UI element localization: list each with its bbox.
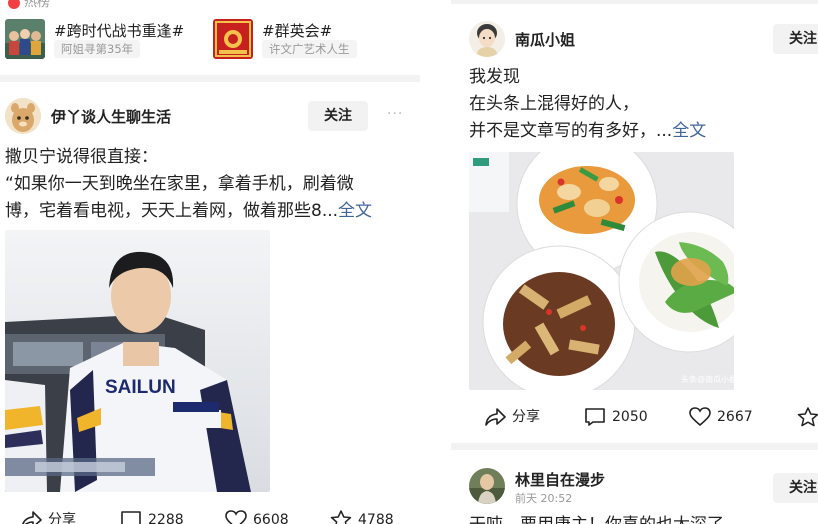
topic-title-2: #群英会# <box>262 22 333 40</box>
post-line-3: 博，宅着看电视，天天上着网，做着那些8...全文 <box>5 201 373 221</box>
hot-list-stub[interactable]: 热榜 <box>8 0 50 10</box>
author-avatar[interactable] <box>5 98 41 134</box>
share-icon <box>22 511 42 524</box>
topic-card-1[interactable]: #跨时代战书重逢# 阿姐寻第35年 <box>5 19 205 59</box>
author-name[interactable]: 伊丫谈人生聊生活 <box>51 106 171 127</box>
topic-card-2[interactable]: #群英会# 许文广艺术人生 <box>213 19 413 59</box>
post2-time: 前天 20:52 <box>515 492 573 505</box>
post1-full-text-link[interactable]: 全文 <box>672 121 706 141</box>
post1-line-3: 并不是文章写的有多好，...全文 <box>469 121 707 141</box>
hot-dot-icon <box>8 0 20 9</box>
section-divider-2 <box>451 443 818 450</box>
post-line-1: 撒贝宁说得很直接： <box>5 147 158 167</box>
column-gutter <box>420 0 451 524</box>
post1-author-avatar[interactable] <box>469 21 505 57</box>
post1-line-1: 我发现 <box>469 67 520 87</box>
full-text-link[interactable]: 全文 <box>338 201 372 221</box>
post1-image[interactable]: 头条@南瓜小姐 <box>469 152 734 390</box>
post1-author-row: 南瓜小姐 关注 <box>469 21 818 61</box>
post-line-2: “如果你一天到晚坐在家里，拿着手机，刷着微 <box>5 174 354 194</box>
post-body-text[interactable]: 撒贝宁说得很直接： “如果你一天到晚坐在家里，拿着手机，刷着微 博，宅着看电视，… <box>5 144 415 225</box>
post2-body-text[interactable]: 干吨，要用唐主！你喜的也太深了 <box>469 512 814 524</box>
post1-like-count: 2667 <box>717 409 753 425</box>
comment-icon <box>585 408 605 426</box>
post1-follow-button[interactable]: 关注 <box>773 24 818 54</box>
post-image[interactable]: SAILUN <box>5 230 270 492</box>
post1-body-text[interactable]: 我发现 在头条上混得好的人， 并不是文章写的有多好，...全文 <box>469 64 814 145</box>
section-divider <box>0 75 420 82</box>
follow-button[interactable]: 关注 <box>308 101 368 131</box>
post2-follow-button[interactable]: 关注 <box>773 473 818 503</box>
post-action-bar: 分享 2288 6608 4788 <box>20 508 410 524</box>
like-count: 6608 <box>253 512 289 524</box>
post1-action-bar: 分享 2050 2667 <box>484 405 818 429</box>
star-icon <box>330 510 352 524</box>
left-feed-column: 热榜 #跨时代战书重逢# 阿姐寻第35年 #群英会# 许文广艺术人生 伊丫谈人生… <box>0 0 420 524</box>
post-author-row: 伊丫谈人生聊生活 关注 ··· <box>5 98 415 138</box>
image-watermark: 头条@南瓜小姐 <box>681 374 734 384</box>
share-icon <box>485 408 506 426</box>
post1-line-2: 在头条上混得好的人， <box>469 94 639 114</box>
topic-thumbnail-1 <box>5 19 45 59</box>
post2-line-1: 干吨，要用唐主！你喜的也太深了 <box>469 512 814 524</box>
more-icon[interactable]: ··· <box>387 106 403 122</box>
share-label: 分享 <box>48 512 76 524</box>
topic-thumbnail-2 <box>213 19 253 59</box>
topic-subtitle-1: 阿姐寻第35年 <box>54 40 141 58</box>
post1-share-label: 分享 <box>512 409 540 425</box>
svg-text:SAILUN: SAILUN <box>105 377 176 398</box>
topic-title-1: #跨时代战书重逢# <box>54 22 185 40</box>
heart-icon <box>225 510 247 524</box>
post1-comment-count: 2050 <box>612 409 648 425</box>
post2-author-avatar[interactable] <box>469 468 505 504</box>
top-divider <box>451 0 818 4</box>
star-icon <box>797 407 818 427</box>
post2-author-row: 林里自在漫步 前天 20:52 关注 <box>469 468 818 508</box>
heart-icon <box>689 407 711 427</box>
right-feed-column: 南瓜小姐 关注 我发现 在头条上混得好的人， 并不是文章写的有多好，...全文 <box>451 0 818 524</box>
comment-icon <box>121 511 141 524</box>
post2-author-name[interactable]: 林里自在漫步 <box>515 469 605 490</box>
post1-author-name[interactable]: 南瓜小姐 <box>515 29 575 50</box>
favorite-count: 4788 <box>358 512 394 524</box>
topic-subtitle-2: 许文广艺术人生 <box>262 40 357 58</box>
comment-count: 2288 <box>148 512 184 524</box>
